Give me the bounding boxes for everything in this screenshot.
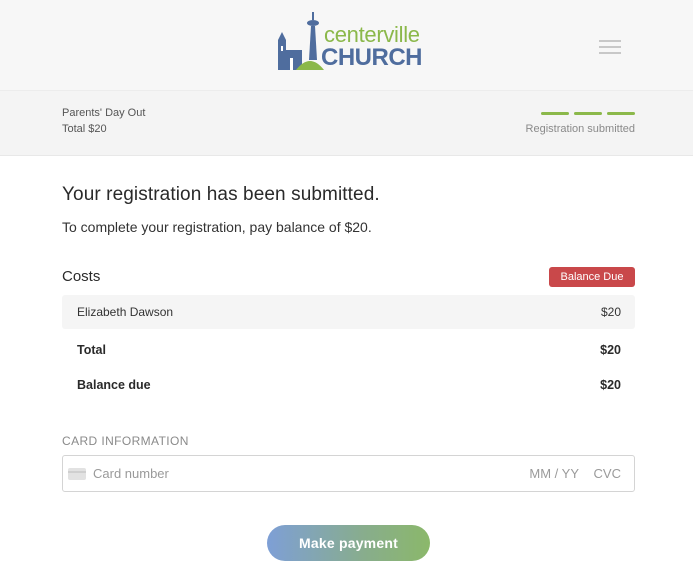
card-number-input[interactable] <box>93 464 373 482</box>
cost-line-item: Elizabeth Dawson $20 <box>62 295 635 329</box>
registrant-amount: $20 <box>600 305 621 319</box>
church-skyline-icon <box>278 12 324 70</box>
event-name: Parents' Day Out <box>62 107 146 119</box>
registration-status: Registration submitted <box>525 123 635 135</box>
progress-step-2 <box>574 112 602 115</box>
balance-due-label: Balance due <box>77 378 151 392</box>
card-information-label: CARD INFORMATION <box>62 434 189 448</box>
registration-progress <box>541 112 635 116</box>
event-total: Total $20 <box>62 123 107 135</box>
card-information-field[interactable] <box>62 455 635 492</box>
logo-text-centerville: centerville <box>324 22 420 47</box>
logo-text-church: CHURCH <box>321 44 423 71</box>
payment-instructions: To complete your registration, pay balan… <box>62 219 372 235</box>
make-payment-button[interactable]: Make payment <box>267 525 430 561</box>
balance-due-badge: Balance Due <box>549 267 635 287</box>
hamburger-menu-icon[interactable] <box>598 39 624 57</box>
centerville-church-logo[interactable]: centerville CHURCH <box>276 10 426 72</box>
card-expiry-input[interactable] <box>523 464 579 482</box>
total-row: Total $20 <box>62 343 635 363</box>
total-value: $20 <box>600 343 621 357</box>
card-cvc-input[interactable] <box>587 464 621 482</box>
registration-summary-bar: Parents' Day Out Total $20 Registration … <box>0 91 693 156</box>
progress-step-1 <box>541 112 569 115</box>
confirmation-heading: Your registration has been submitted. <box>62 184 380 205</box>
total-label: Total <box>77 343 106 357</box>
progress-step-3 <box>607 112 635 115</box>
balance-due-row: Balance due $20 <box>62 378 635 398</box>
site-header: centerville CHURCH <box>0 0 693 91</box>
registrant-name: Elizabeth Dawson <box>77 305 174 319</box>
balance-due-value: $20 <box>600 378 621 392</box>
credit-card-icon <box>68 468 86 480</box>
costs-title: Costs <box>62 268 101 285</box>
